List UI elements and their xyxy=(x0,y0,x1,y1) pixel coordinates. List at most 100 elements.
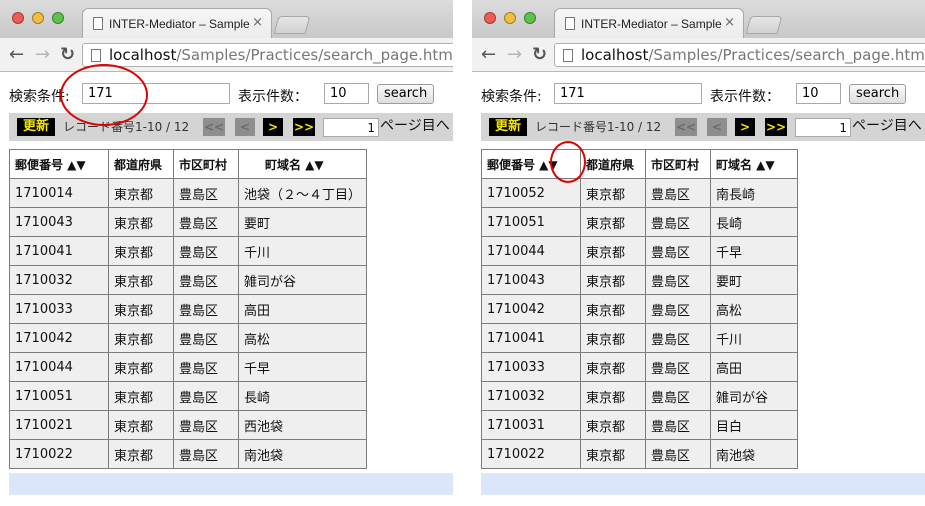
cell-town: 高松 xyxy=(237,323,368,353)
cell-postal-code: 1710021 xyxy=(9,410,109,440)
page-content: 検索条件: 表示件数： search 更新 レコード番号1-10 / 12 <<… xyxy=(472,73,925,506)
update-button[interactable]: 更新 xyxy=(17,118,55,136)
zoom-window-icon[interactable] xyxy=(52,12,64,24)
cell-postal-code: 1710014 xyxy=(9,178,109,208)
cell-postal-code: 1710051 xyxy=(481,207,581,237)
tab-close-icon[interactable]: × xyxy=(252,15,263,30)
cell-postal-code: 1710044 xyxy=(481,236,581,266)
display-count-input[interactable] xyxy=(796,83,841,104)
last-page-button[interactable]: >> xyxy=(293,118,315,136)
page-number-input[interactable]: 1 xyxy=(795,118,851,137)
reload-icon[interactable]: ↻ xyxy=(532,44,547,65)
table-row: 1710033 東京都 豊島区 高田 xyxy=(481,352,798,382)
table-row: 1710014 東京都 豊島区 池袋（２〜４丁目） xyxy=(9,178,368,208)
cell-prefecture: 東京都 xyxy=(580,352,646,382)
zoom-window-icon[interactable] xyxy=(524,12,536,24)
close-window-icon[interactable] xyxy=(12,12,24,24)
url-path: /Samples/Practices/search_page.html xyxy=(648,46,925,64)
prev-page-button[interactable]: < xyxy=(235,118,255,136)
cell-postal-code: 1710042 xyxy=(481,294,581,324)
cell-town: 目白 xyxy=(710,410,798,440)
cell-postal-code: 1710043 xyxy=(481,265,581,295)
search-condition-label: 検索条件: xyxy=(481,89,542,105)
title-bar: INTER-Mediator – Sample × xyxy=(472,0,925,38)
cell-prefecture: 東京都 xyxy=(108,178,174,208)
cell-prefecture: 東京都 xyxy=(108,352,174,382)
browser-toolbar: ← → ↻ localhost/Samples/Practices/search… xyxy=(472,38,925,72)
minimize-window-icon[interactable] xyxy=(504,12,516,24)
table-row: 1710022 東京都 豊島区 南池袋 xyxy=(9,439,368,469)
table-row: 1710042 東京都 豊島区 高松 xyxy=(481,294,798,324)
last-page-button[interactable]: >> xyxy=(765,118,787,136)
header-city: 市区町村 xyxy=(173,149,239,179)
browser-tab[interactable]: INTER-Mediator – Sample × xyxy=(82,8,272,38)
table-row: 1710051 東京都 豊島区 長崎 xyxy=(481,207,798,237)
results-table: 郵便番号 ▲▼ 都道府県 市区町村 町域名 ▲▼ 1710052 東京都 豊島区 南長… xyxy=(481,149,798,469)
first-page-button[interactable]: << xyxy=(203,118,225,136)
table-row: 1710051 東京都 豊島区 長崎 xyxy=(9,381,368,411)
cell-prefecture: 東京都 xyxy=(580,265,646,295)
next-page-button[interactable]: > xyxy=(735,118,755,136)
cell-prefecture: 東京都 xyxy=(580,207,646,237)
table-row: 1710044 東京都 豊島区 千早 xyxy=(9,352,368,382)
cell-city: 豊島区 xyxy=(645,410,711,440)
cell-postal-code: 1710032 xyxy=(9,265,109,295)
cell-town: 南池袋 xyxy=(237,439,368,469)
cell-town: 雑司が谷 xyxy=(710,381,798,411)
browser-tab[interactable]: INTER-Mediator – Sample × xyxy=(554,8,744,38)
cell-city: 豊島区 xyxy=(173,236,239,266)
search-condition-input[interactable] xyxy=(554,83,702,104)
next-page-button[interactable]: > xyxy=(263,118,283,136)
page-jump-label[interactable]: ページ目へ xyxy=(852,117,922,135)
url-host: localhost xyxy=(581,46,649,64)
cell-prefecture: 東京都 xyxy=(580,323,646,353)
cell-prefecture: 東京都 xyxy=(580,178,646,208)
minimize-window-icon[interactable] xyxy=(32,12,44,24)
new-tab-button[interactable] xyxy=(273,16,311,34)
footer-strip xyxy=(9,473,453,495)
cell-town: 長崎 xyxy=(237,381,368,411)
cell-prefecture: 東京都 xyxy=(580,381,646,411)
table-row: 1710052 東京都 豊島区 南長崎 xyxy=(481,178,798,208)
reload-icon[interactable]: ↻ xyxy=(60,44,75,65)
page-jump-label[interactable]: ページ目へ xyxy=(380,117,450,135)
tab-close-icon[interactable]: × xyxy=(724,15,735,30)
page-number-input[interactable]: 1 xyxy=(323,118,379,137)
search-button[interactable]: search xyxy=(849,84,907,104)
back-icon[interactable]: ← xyxy=(9,44,24,65)
cell-city: 豊島区 xyxy=(645,439,711,469)
first-page-button[interactable]: << xyxy=(675,118,697,136)
forward-icon[interactable]: → xyxy=(507,44,522,65)
close-window-icon[interactable] xyxy=(484,12,496,24)
search-button[interactable]: search xyxy=(377,84,435,104)
table-row: 1710032 東京都 豊島区 雑司が谷 xyxy=(9,265,368,295)
cell-postal-code: 1710033 xyxy=(9,294,109,324)
header-town[interactable]: 町域名 ▲▼ xyxy=(237,149,368,179)
cell-town: 雑司が谷 xyxy=(237,265,368,295)
table-row: 1710044 東京都 豊島区 千早 xyxy=(481,236,798,266)
browser-window-right: INTER-Mediator – Sample × ← → ↻ localhos… xyxy=(472,0,925,506)
cell-town: 千川 xyxy=(710,323,798,353)
url-text: localhost/Samples/Practices/search_page.… xyxy=(109,46,453,64)
address-bar[interactable]: localhost/Samples/Practices/search_page.… xyxy=(82,43,453,67)
table-row: 1710043 東京都 豊島区 要町 xyxy=(481,265,798,295)
display-count-input[interactable] xyxy=(324,83,369,104)
cell-town: 要町 xyxy=(710,265,798,295)
cell-postal-code: 1710022 xyxy=(481,439,581,469)
address-bar[interactable]: localhost/Samples/Practices/search_page.… xyxy=(554,43,925,67)
forward-icon[interactable]: → xyxy=(35,44,50,65)
table-row: 1710032 東京都 豊島区 雑司が谷 xyxy=(481,381,798,411)
prev-page-button[interactable]: < xyxy=(707,118,727,136)
back-icon[interactable]: ← xyxy=(481,44,496,65)
table-row: 1710031 東京都 豊島区 目白 xyxy=(481,410,798,440)
update-button[interactable]: 更新 xyxy=(489,118,527,136)
cell-city: 豊島区 xyxy=(645,352,711,382)
record-info: レコード番号1-10 / 12 xyxy=(535,120,662,134)
new-tab-button[interactable] xyxy=(745,16,783,34)
header-postal-code[interactable]: 郵便番号 ▲▼ xyxy=(9,149,109,179)
url-host: localhost xyxy=(109,46,177,64)
header-prefecture: 都道府県 xyxy=(108,149,174,179)
document-icon xyxy=(565,17,575,30)
header-town[interactable]: 町域名 ▲▼ xyxy=(710,149,798,179)
table-row: 1710041 東京都 豊島区 千川 xyxy=(9,236,368,266)
